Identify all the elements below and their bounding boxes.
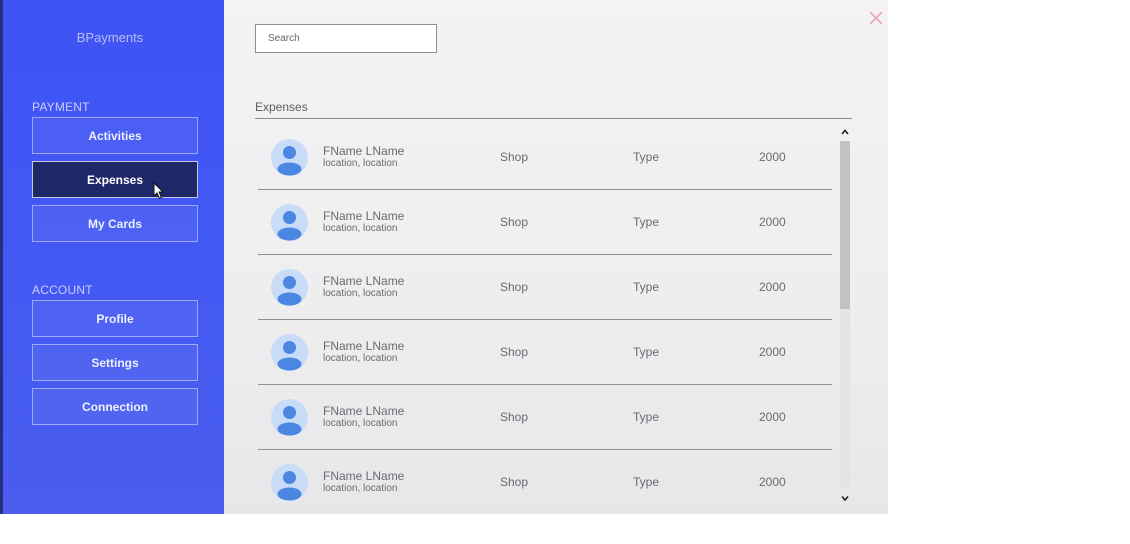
nav-button-profile[interactable]: Profile bbox=[32, 300, 198, 337]
nav-button-connection[interactable]: Connection bbox=[32, 388, 198, 425]
expense-shop: Shop bbox=[500, 150, 529, 164]
expense-type: Type bbox=[633, 280, 660, 294]
expense-row[interactable]: FName LName location, location Shop Type… bbox=[258, 190, 832, 255]
expense-type: Type bbox=[633, 150, 660, 164]
nav-button-settings[interactable]: Settings bbox=[32, 344, 198, 381]
payee-location: location, location bbox=[323, 288, 398, 299]
expense-amount: 2000 bbox=[759, 280, 786, 294]
section-label-account: ACCOUNT bbox=[32, 283, 93, 297]
list-scrollbar[interactable] bbox=[838, 125, 852, 509]
payee-location: location, location bbox=[323, 158, 398, 169]
nav-button-label: Connection bbox=[82, 399, 148, 414]
user-avatar-icon bbox=[271, 399, 308, 436]
nav-button-label: Settings bbox=[91, 355, 139, 370]
search-input[interactable] bbox=[255, 24, 437, 53]
close-icon bbox=[869, 11, 883, 25]
list-title: Expenses bbox=[255, 100, 308, 114]
nav-button-activities[interactable]: Activities bbox=[32, 117, 198, 154]
expenses-list: FName LName location, location Shop Type… bbox=[258, 125, 832, 509]
close-button[interactable] bbox=[866, 8, 886, 28]
expense-type: Type bbox=[633, 410, 660, 424]
user-avatar-icon bbox=[271, 464, 308, 501]
expense-type: Type bbox=[633, 345, 660, 359]
expense-amount: 2000 bbox=[759, 475, 786, 489]
expense-row[interactable]: FName LName location, location Shop Type… bbox=[258, 125, 832, 190]
user-avatar-icon bbox=[271, 204, 308, 241]
payee-name: FName LName bbox=[323, 339, 405, 353]
scroll-up-button[interactable] bbox=[838, 125, 852, 139]
expense-shop: Shop bbox=[500, 475, 529, 489]
expense-shop: Shop bbox=[500, 345, 529, 359]
expense-shop: Shop bbox=[500, 280, 529, 294]
chevron-down-icon bbox=[841, 495, 849, 502]
window-edge bbox=[0, 0, 3, 514]
payee-name: FName LName bbox=[323, 209, 405, 223]
nav-button-label: Profile bbox=[96, 311, 134, 326]
expense-row[interactable]: FName LName location, location Shop Type… bbox=[258, 255, 832, 320]
expense-row[interactable]: FName LName location, location Shop Type… bbox=[258, 450, 832, 509]
nav-button-label: Activities bbox=[88, 128, 142, 143]
nav-button-my-cards[interactable]: My Cards bbox=[32, 205, 198, 242]
payee-name: FName LName bbox=[323, 404, 405, 418]
list-title-divider bbox=[255, 118, 852, 119]
nav-button-label: My Cards bbox=[87, 216, 143, 231]
expense-shop: Shop bbox=[500, 410, 529, 424]
app-window: BPayments PAYMENT Activities Expenses My… bbox=[0, 0, 888, 514]
payee-location: location, location bbox=[323, 353, 398, 364]
payee-location: location, location bbox=[323, 418, 398, 429]
sidebar: BPayments PAYMENT Activities Expenses My… bbox=[0, 0, 224, 514]
payee-location: location, location bbox=[323, 483, 398, 494]
expense-row[interactable]: FName LName location, location Shop Type… bbox=[258, 320, 832, 385]
expense-type: Type bbox=[633, 475, 660, 489]
section-label-payment: PAYMENT bbox=[32, 100, 90, 114]
chevron-up-icon bbox=[841, 129, 849, 135]
app-brand: BPayments bbox=[76, 30, 144, 45]
payee-name: FName LName bbox=[323, 144, 405, 158]
scroll-down-button[interactable] bbox=[838, 491, 852, 505]
expense-amount: 2000 bbox=[759, 410, 786, 424]
user-avatar-icon bbox=[271, 269, 308, 306]
nav-button-label: Expenses bbox=[86, 172, 144, 187]
expense-row[interactable]: FName LName location, location Shop Type… bbox=[258, 385, 832, 450]
expense-type: Type bbox=[633, 215, 660, 229]
mouse-cursor-icon bbox=[153, 182, 165, 200]
expense-shop: Shop bbox=[500, 215, 529, 229]
user-avatar-icon bbox=[271, 139, 308, 176]
expense-amount: 2000 bbox=[759, 150, 786, 164]
payee-name: FName LName bbox=[323, 469, 405, 483]
scroll-thumb[interactable] bbox=[840, 141, 850, 309]
payee-name: FName LName bbox=[323, 274, 405, 288]
nav-button-expenses[interactable]: Expenses bbox=[32, 161, 198, 198]
payee-location: location, location bbox=[323, 223, 398, 234]
expense-amount: 2000 bbox=[759, 215, 786, 229]
user-avatar-icon bbox=[271, 334, 308, 371]
expense-amount: 2000 bbox=[759, 345, 786, 359]
